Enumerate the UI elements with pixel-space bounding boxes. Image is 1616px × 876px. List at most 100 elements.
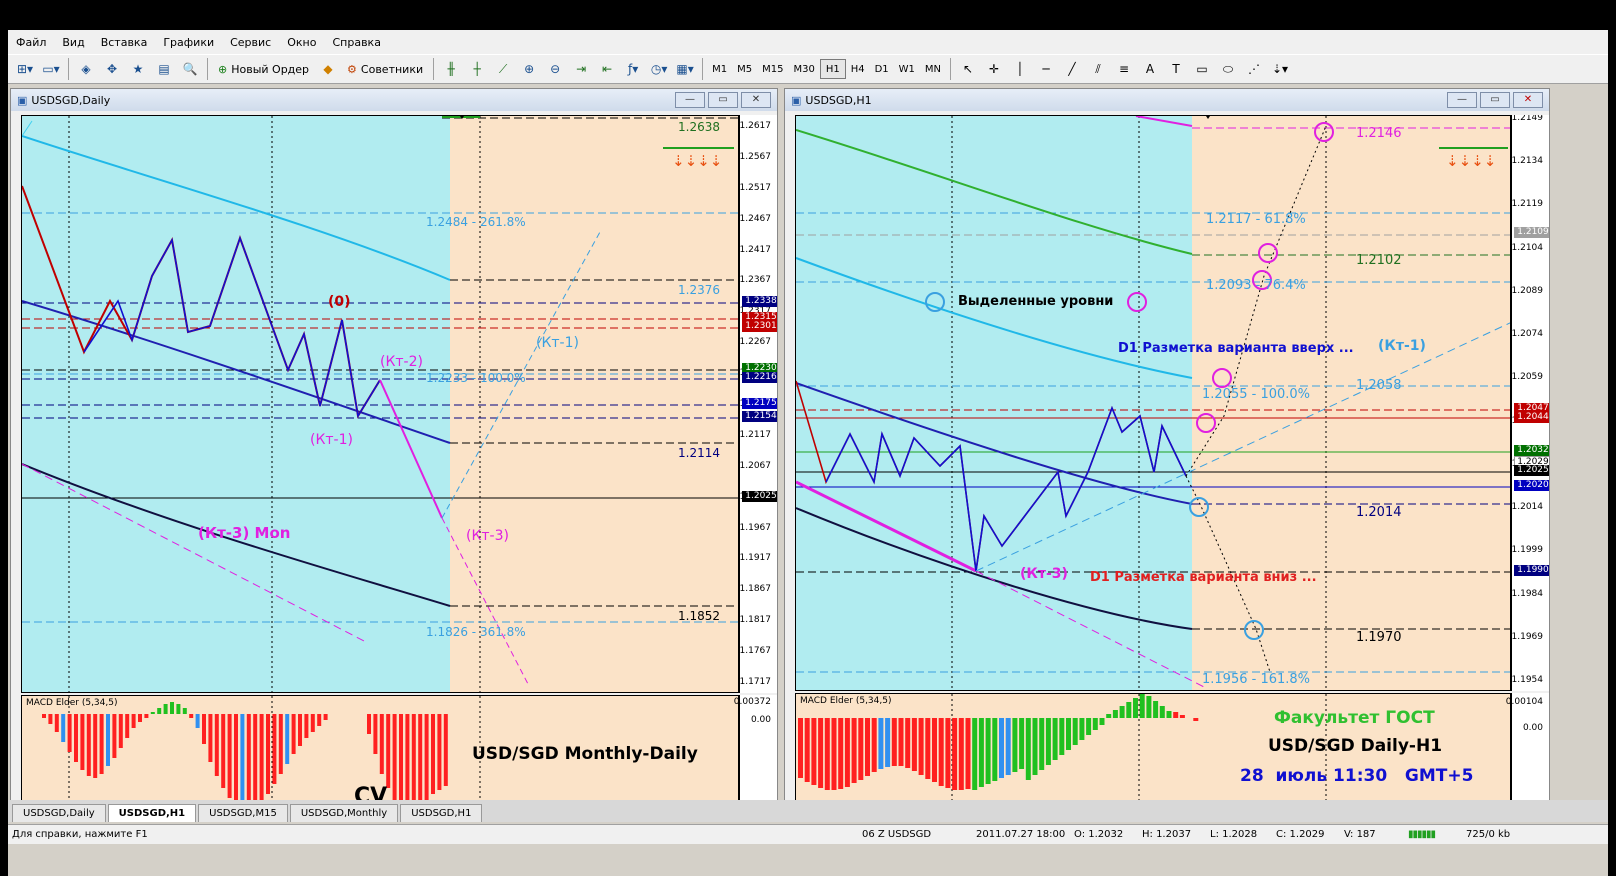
price-tick: 1.2117: [739, 429, 771, 440]
price-tag: 1.2109: [1514, 227, 1549, 238]
rectangle-icon[interactable]: ▭: [1191, 58, 1213, 80]
macd-bar: [1019, 718, 1025, 769]
periods-icon[interactable]: ◷▾: [648, 58, 670, 80]
close-button[interactable]: ✕: [741, 92, 771, 108]
price-tick: 1.2617: [739, 121, 771, 131]
fibonacci-icon[interactable]: ≡: [1113, 58, 1135, 80]
cursor-icon[interactable]: ↖: [957, 58, 979, 80]
toolbar-divider: [433, 58, 435, 80]
price-tick: 1.1967: [739, 522, 771, 533]
macd-bar: [386, 714, 391, 788]
timeframe-d1[interactable]: D1: [870, 59, 894, 79]
macd-label: MACD Elder (5,34,5): [800, 696, 892, 706]
zoom-in-icon[interactable]: ⊕: [518, 58, 540, 80]
text-label-icon[interactable]: T: [1165, 58, 1187, 80]
new-chart-icon[interactable]: ⊞▾: [14, 58, 36, 80]
terminal-icon[interactable]: ▤: [153, 58, 175, 80]
menu-help[interactable]: Справка: [332, 36, 380, 49]
macd-bar: [80, 714, 85, 770]
menu-insert[interactable]: Вставка: [101, 36, 148, 49]
maximize-button[interactable]: ▭: [1480, 92, 1510, 108]
macd-bar: [885, 718, 891, 767]
profiles-icon[interactable]: ▭▾: [40, 58, 62, 80]
price-tag: 1.2216: [742, 372, 777, 383]
chart-shift-icon[interactable]: ⇤: [596, 58, 618, 80]
data-window-icon[interactable]: ★: [127, 58, 149, 80]
price-tick: 1.2104: [1511, 242, 1543, 253]
timeframe-h1[interactable]: H1: [819, 59, 846, 79]
market-watch-icon[interactable]: ◈: [75, 58, 97, 80]
timeframe-w1[interactable]: W1: [894, 59, 920, 79]
sell-arrows-icon: ⇣⇣⇣⇣: [672, 152, 722, 170]
timeframe-m5[interactable]: M5: [732, 59, 757, 79]
experts-button[interactable]: ⚙ Советники: [343, 58, 427, 80]
status-profile[interactable]: 06 Z USDSGD: [862, 829, 931, 840]
text-icon[interactable]: A: [1139, 58, 1161, 80]
macd-bar: [932, 718, 937, 782]
minimize-button[interactable]: —: [1447, 92, 1477, 108]
macd-bar: [431, 714, 435, 794]
caption-faculty: Факультет ГОСТ: [1274, 708, 1435, 728]
horizontal-line-icon[interactable]: ─: [1035, 58, 1057, 80]
menu-charts[interactable]: Графики: [163, 36, 214, 49]
tab-usdsgd-daily[interactable]: USDSGD,Daily: [12, 804, 106, 822]
chart-titlebar[interactable]: ▣ USDSGD,Daily — ▭ ✕: [11, 89, 777, 111]
minimize-button[interactable]: —: [675, 92, 705, 108]
price-tick: 1.2134: [1511, 156, 1543, 167]
line-chart-icon[interactable]: ⟋: [492, 58, 514, 80]
status-low: L: 1.2028: [1210, 829, 1258, 840]
macd-bar: [804, 718, 810, 782]
macd-bar: [112, 714, 117, 758]
ellipse-icon[interactable]: ⬭: [1217, 58, 1239, 80]
vertical-line-icon[interactable]: │: [1009, 58, 1031, 80]
macd-bar: [138, 714, 142, 722]
tester-icon[interactable]: 🔍: [179, 58, 201, 80]
macd-bar: [67, 714, 72, 752]
level-label: 1.2014: [1356, 505, 1402, 520]
tab-usdsgd-h1[interactable]: USDSGD,H1: [107, 804, 197, 822]
tab-usdsgd-m15[interactable]: USDSGD,M15: [198, 804, 288, 822]
level-label: 1.2093 - 76.4%: [1206, 278, 1306, 293]
bar-chart-icon[interactable]: ╫: [440, 58, 462, 80]
price-plot-h1[interactable]: ⇣⇣⇣⇣ 1.2146 1.2117 - 61.8% 1.2102 1.2093…: [795, 115, 1511, 691]
close-button[interactable]: ✕: [1513, 92, 1543, 108]
crosshair-icon[interactable]: ✛: [983, 58, 1005, 80]
templates-icon[interactable]: ▦▾: [674, 58, 696, 80]
menu-tools[interactable]: Сервис: [230, 36, 271, 49]
zoom-out-icon[interactable]: ⊖: [544, 58, 566, 80]
indicators-icon[interactable]: ƒ▾: [622, 58, 644, 80]
equidistant-channel-icon[interactable]: ⫽: [1087, 58, 1109, 80]
price-tick: 1.2517: [739, 182, 771, 193]
tab-usdsgd-h1-second[interactable]: USDSGD,H1: [400, 804, 483, 822]
timeframe-m15[interactable]: M15: [757, 59, 788, 79]
menu-window[interactable]: Окно: [287, 36, 316, 49]
fibo-fan-icon[interactable]: ⋰: [1243, 58, 1265, 80]
menu-view[interactable]: Вид: [62, 36, 84, 49]
macd-bar: [189, 714, 194, 718]
macd-bar: [278, 714, 283, 774]
maximize-button[interactable]: ▭: [708, 92, 738, 108]
new-order-button[interactable]: ⊕ Новый Ордер: [214, 58, 313, 80]
macd-bar: [978, 718, 984, 787]
price-tick: 1.1917: [739, 553, 771, 564]
macd-bar: [208, 714, 213, 762]
price-plot-daily[interactable]: ⇣⇣⇣⇣ 1.2638 1.2484 - 261.8% 1.2376 1.223…: [21, 115, 739, 693]
autoscroll-icon[interactable]: ⇥: [570, 58, 592, 80]
macd-bar: [285, 714, 290, 764]
macd-bar: [891, 718, 897, 766]
trendline-icon[interactable]: ╱: [1061, 58, 1083, 80]
timeframe-h4[interactable]: H4: [846, 59, 870, 79]
timeframe-m1[interactable]: M1: [707, 59, 732, 79]
timeframe-m30[interactable]: M30: [788, 59, 819, 79]
navigator-icon[interactable]: ✥: [101, 58, 123, 80]
chart-titlebar[interactable]: ▣ USDSGD,H1 — ▭ ✕: [785, 89, 1549, 111]
tab-usdsgd-monthly[interactable]: USDSGD,Monthly: [289, 804, 399, 822]
status-volume: V: 187: [1344, 829, 1376, 840]
timeframe-mn[interactable]: MN: [920, 59, 946, 79]
daily-drawing: ⇣⇣⇣⇣: [22, 116, 738, 692]
metaeditor-icon[interactable]: ◆: [317, 58, 339, 80]
candle-chart-icon[interactable]: ┼: [466, 58, 488, 80]
arrows-icon[interactable]: ⇣▾: [1269, 58, 1291, 80]
menu-file[interactable]: Файл: [16, 36, 46, 49]
macd-bar: [272, 714, 277, 784]
